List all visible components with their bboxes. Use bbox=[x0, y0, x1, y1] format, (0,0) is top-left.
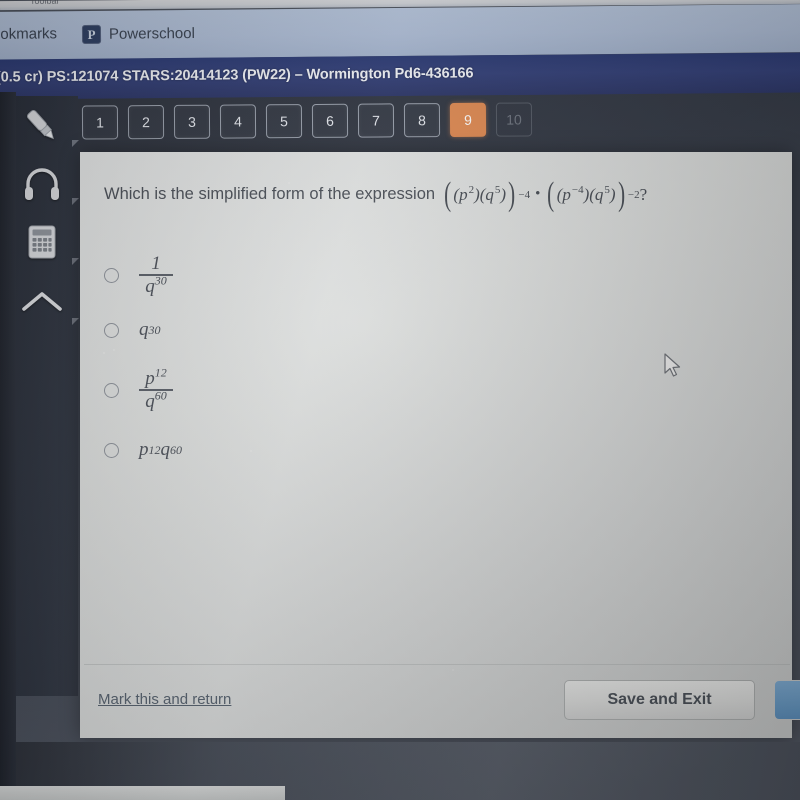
screen-left-edge bbox=[0, 92, 16, 800]
powerschool-icon: P bbox=[81, 24, 102, 45]
dust-speck bbox=[452, 669, 454, 671]
answer-option-b-value: q 30 bbox=[139, 319, 161, 340]
answer-option-d-value: p 12 q 60 bbox=[139, 439, 182, 460]
fraction-a-numerator: 1 bbox=[151, 252, 161, 274]
question-prompt-row: Which is the simplified form of the expr… bbox=[104, 176, 772, 213]
chevron-up-icon bbox=[22, 292, 62, 311]
question-tab-7[interactable]: 7 bbox=[357, 103, 395, 138]
bookmark-powerschool-label: Powerschool bbox=[108, 24, 195, 43]
dust-speck bbox=[288, 182, 290, 184]
dust-speck bbox=[103, 352, 105, 354]
fraction-a: 1 q30 bbox=[139, 254, 173, 296]
calculator-tool[interactable] bbox=[16, 216, 68, 268]
fraction-c-numerator: p12 bbox=[145, 365, 167, 389]
radio-option-a[interactable] bbox=[104, 267, 119, 283]
tool-tick-1 bbox=[72, 140, 79, 147]
question-tab-bar: 1 2 3 4 5 6 7 8 9 10 bbox=[81, 96, 533, 145]
tool-tick-2 bbox=[72, 198, 79, 205]
mouse-cursor bbox=[663, 352, 683, 385]
answer-option-a-value: 1 q30 bbox=[139, 254, 173, 296]
question-tab-1[interactable]: 1 bbox=[81, 105, 119, 140]
answer-option-c-value: p12 q60 bbox=[139, 365, 173, 412]
answer-option-d[interactable]: p 12 q 60 bbox=[104, 426, 434, 474]
expr-group-2: (p−4)(q5) bbox=[556, 184, 616, 204]
cursor-arrow-icon bbox=[664, 353, 681, 377]
question-tab-6[interactable]: 6 bbox=[311, 103, 349, 138]
calculator-icon bbox=[28, 225, 56, 259]
question-tab-9[interactable]: 9 bbox=[449, 102, 487, 138]
question-content-panel: Which is the simplified form of the expr… bbox=[80, 152, 800, 738]
question-tab-4[interactable]: 4 bbox=[219, 104, 257, 139]
question-tab-5[interactable]: 5 bbox=[265, 104, 303, 139]
expr-multiply-operator: • bbox=[535, 186, 541, 203]
expr-open-paren-1: ( bbox=[444, 176, 452, 213]
assignment-header: (0.5 cr) PS:121074 STARS:20414123 (PW22)… bbox=[0, 52, 800, 100]
answer-options-list: 1 q30 q 30 p12 q60 p 12 q 60 bbox=[104, 244, 434, 474]
bookmark-powerschool[interactable]: P Powerschool bbox=[81, 24, 195, 45]
question-mark: ? bbox=[639, 184, 648, 204]
headphones-icon bbox=[25, 168, 59, 200]
expr-open-paren-2: ( bbox=[547, 176, 555, 213]
question-tab-10: 10 bbox=[495, 102, 533, 137]
dust-speck bbox=[113, 349, 115, 351]
expr-group-1: (p2)(q5) bbox=[453, 184, 507, 204]
save-and-exit-button[interactable]: Save and Exit bbox=[564, 680, 755, 720]
fraction-c-denominator: q60 bbox=[145, 388, 167, 412]
answer-option-c[interactable]: p12 q60 bbox=[104, 354, 434, 426]
answer-option-a[interactable]: 1 q30 bbox=[104, 244, 434, 306]
fraction-a-denominator: q30 bbox=[145, 273, 167, 297]
browser-tab-label: Toolbar bbox=[29, 0, 60, 6]
highlighter-tool[interactable] bbox=[16, 100, 68, 152]
bookmarks-folder[interactable]: ookmarks bbox=[0, 25, 57, 43]
question-footer: Mark this and return Save and Exit bbox=[80, 665, 800, 723]
answer-option-b[interactable]: q 30 bbox=[104, 306, 434, 354]
highlighter-icon bbox=[26, 110, 54, 140]
dust-speck bbox=[250, 450, 252, 452]
collapse-tool[interactable] bbox=[16, 276, 68, 328]
fraction-c: p12 q60 bbox=[139, 365, 173, 412]
mark-and-return-link[interactable]: Mark this and return bbox=[98, 691, 231, 708]
radio-option-c[interactable] bbox=[104, 382, 119, 398]
audio-tool[interactable] bbox=[16, 158, 68, 210]
question-expression: ( (p2)(q5) ) −4 • ( (p−4)(q5) ) −2 ? bbox=[444, 176, 648, 213]
radio-option-b[interactable] bbox=[104, 322, 119, 338]
bookmarks-label: ookmarks bbox=[0, 25, 58, 43]
next-button[interactable] bbox=[774, 680, 800, 720]
radio-option-d[interactable] bbox=[104, 442, 119, 458]
screenshot-root: Toolbar ookmarks P Powerschool (0.5 cr) … bbox=[0, 0, 800, 800]
question-tab-3[interactable]: 3 bbox=[173, 104, 211, 139]
bookmarks-bar: ookmarks P Powerschool bbox=[0, 4, 800, 60]
question-tab-8[interactable]: 8 bbox=[403, 103, 441, 138]
assignment-title: (0.5 cr) PS:121074 STARS:20414123 (PW22)… bbox=[0, 65, 474, 86]
bottom-light-strip bbox=[0, 786, 285, 800]
question-tab-2[interactable]: 2 bbox=[127, 104, 165, 140]
tool-tick-4 bbox=[72, 318, 79, 325]
tool-tick-3 bbox=[72, 258, 79, 265]
expr-close-paren-2: ) bbox=[617, 176, 625, 213]
question-prompt-text: Which is the simplified form of the expr… bbox=[104, 185, 436, 204]
expr-close-paren-1: ) bbox=[508, 176, 516, 213]
